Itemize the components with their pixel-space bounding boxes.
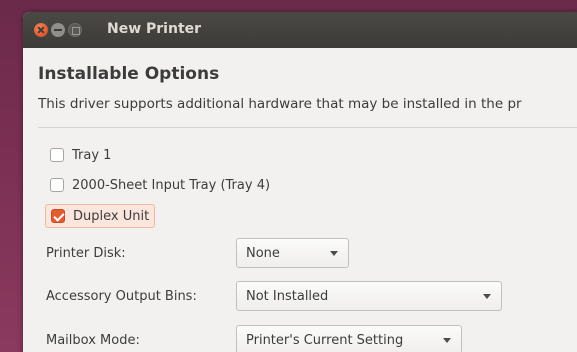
duplex-unit-checkbox[interactable]	[51, 209, 65, 223]
printer-disk-value: None	[246, 245, 280, 261]
titlebar: New Printer	[23, 12, 577, 48]
printer-disk-label: Printer Disk:	[46, 246, 126, 261]
tray-4-label: 2000-Sheet Input Tray (Tray 4)	[72, 177, 271, 193]
duplex-unit-label: Duplex Unit	[73, 208, 150, 224]
chevron-down-icon	[443, 338, 451, 343]
printer-disk-select[interactable]: None	[236, 238, 349, 268]
tray-1-checkbox[interactable]	[50, 148, 64, 162]
tray-4-checkbox[interactable]	[50, 178, 64, 192]
chevron-down-icon	[483, 294, 491, 299]
mailbox-mode-label: Mailbox Mode:	[46, 333, 140, 348]
section-description: This driver supports additional hardware…	[38, 96, 522, 112]
option-tray-1[interactable]: Tray 1	[50, 144, 111, 166]
window-title: New Printer	[107, 21, 202, 37]
option-tray-4[interactable]: 2000-Sheet Input Tray (Tray 4)	[50, 174, 270, 196]
accessory-output-bins-value: Not Installed	[246, 288, 329, 304]
accessory-output-bins-label: Accessory Output Bins:	[46, 289, 197, 304]
divider	[38, 127, 577, 128]
tray-1-label: Tray 1	[72, 147, 112, 163]
new-printer-dialog: New Printer Installable Options This dri…	[23, 12, 577, 352]
maximize-window-icon[interactable]	[68, 23, 82, 37]
minimize-window-icon[interactable]	[51, 23, 65, 37]
accessory-output-bins-select[interactable]: Not Installed	[236, 281, 502, 311]
mailbox-mode-value: Printer's Current Setting	[246, 332, 404, 348]
chevron-down-icon	[330, 251, 338, 256]
mailbox-mode-select[interactable]: Printer's Current Setting	[236, 325, 462, 352]
section-heading: Installable Options	[38, 64, 220, 84]
close-window-icon[interactable]	[34, 23, 48, 37]
option-duplex-unit[interactable]: Duplex Unit	[45, 204, 156, 228]
